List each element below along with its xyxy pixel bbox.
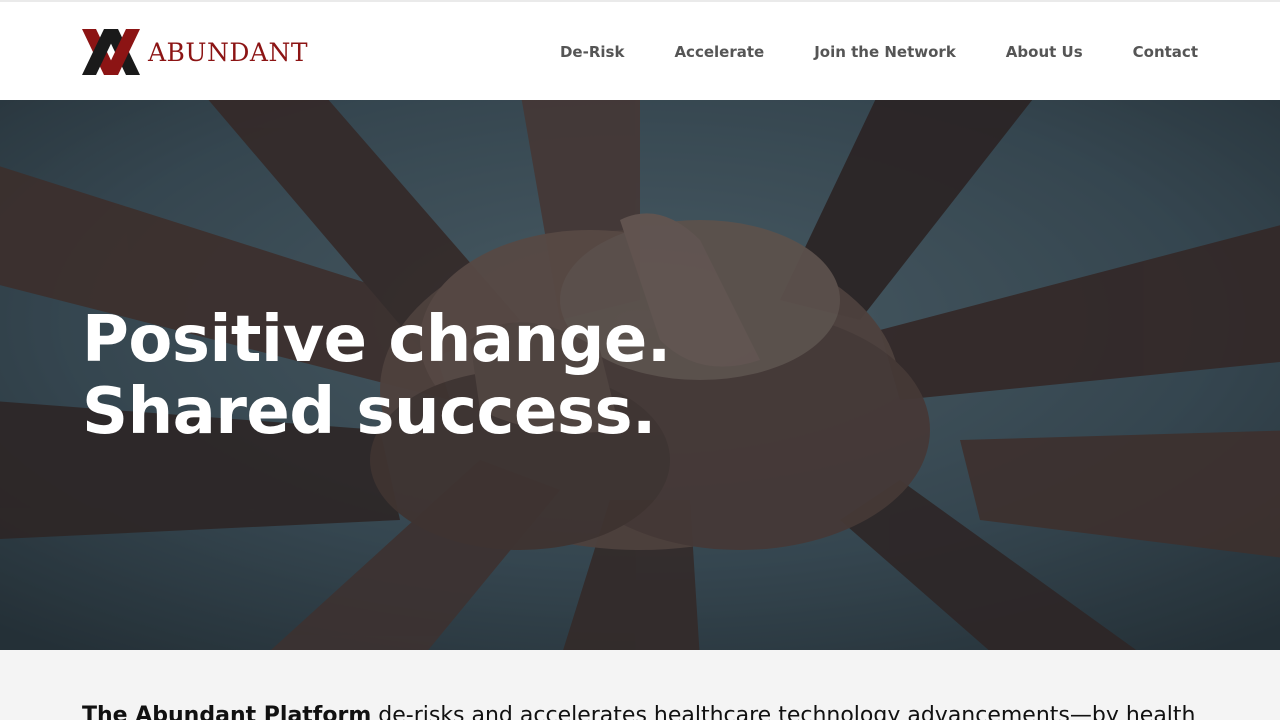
hero-headline-line-1: Positive change. bbox=[82, 303, 671, 377]
abundant-logo-icon bbox=[82, 29, 140, 75]
hero-headline-line-2: Shared success. bbox=[82, 375, 656, 449]
brand-name: ABUNDANT bbox=[148, 37, 309, 67]
intro-section: The Abundant Platform de-risks and accel… bbox=[0, 658, 1280, 720]
intro-text: The Abundant Platform de-risks and accel… bbox=[82, 700, 1202, 720]
intro-rest: de-risks and accelerates healthcare tech… bbox=[371, 703, 1196, 720]
hero-section: Positive change. Shared success. bbox=[0, 100, 1280, 650]
main-nav: De-Risk Accelerate Join the Network Abou… bbox=[510, 2, 1198, 102]
nav-item-join-the-network[interactable]: Join the Network bbox=[814, 43, 956, 61]
nav-item-de-risk[interactable]: De-Risk bbox=[560, 43, 624, 61]
nav-item-contact[interactable]: Contact bbox=[1133, 43, 1198, 61]
abundant-logo[interactable]: ABUNDANT bbox=[82, 28, 308, 76]
nav-item-accelerate[interactable]: Accelerate bbox=[674, 43, 764, 61]
hero-headline: Positive change. Shared success. bbox=[82, 304, 671, 448]
nav-item-about-us[interactable]: About Us bbox=[1006, 43, 1083, 61]
intro-lead: The Abundant Platform bbox=[82, 703, 372, 720]
site-header: ABUNDANT De-Risk Accelerate Join the Net… bbox=[0, 0, 1280, 100]
